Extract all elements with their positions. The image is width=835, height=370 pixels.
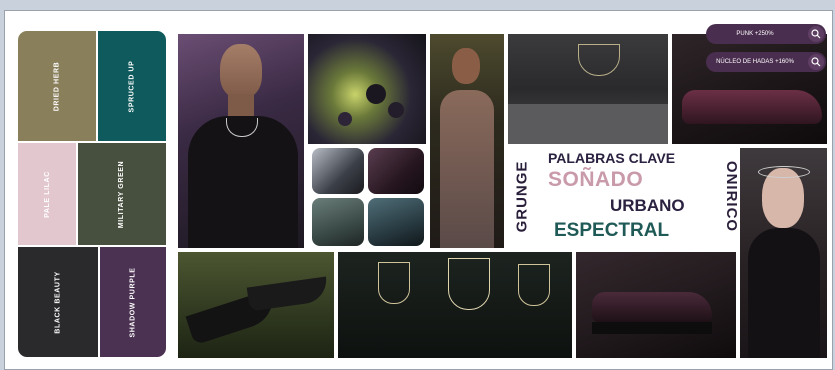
keyword-sonado: SOÑADO <box>548 168 644 191</box>
swatch-military-green: MILITARY GREEN <box>77 142 167 246</box>
swatch-pale-lilac: PALE LILAC <box>17 142 77 246</box>
swatch-label: SPRUCED UP <box>128 60 136 112</box>
moodboard-canvas: DRIED HERB SPRUCED UP PALE LILAC MILITAR… <box>12 18 827 358</box>
keywords-heading: PALABRAS CLAVE <box>548 150 676 166</box>
swatch-label: MILITARY GREEN <box>118 160 126 228</box>
swatch-label: PALE LILAC <box>43 170 51 218</box>
keyword-urbano: URBANO <box>610 196 685 215</box>
photo-heels <box>178 252 334 358</box>
trend-pill-punk[interactable]: PUNK +250% <box>706 24 826 44</box>
keyword-onirico: ONIRICO <box>723 160 741 233</box>
pill-label: NÚCLEO DE HADAS +160% <box>716 59 794 65</box>
photo-chandeliers <box>338 252 572 358</box>
photo-loafer <box>672 34 827 144</box>
photo-detail-2 <box>368 148 424 194</box>
keywords-panel: GRUNGE PALABRAS CLAVE SOÑADO URBANO ESPE… <box>506 146 740 250</box>
photo-female-model <box>430 34 504 248</box>
photo-male-model <box>178 34 304 248</box>
swatch-label: DRIED HERB <box>53 61 61 111</box>
keyword-grunge: GRUNGE <box>513 160 531 233</box>
swatch-spruced-up: SPRUCED UP <box>97 30 167 142</box>
swatch-dried-herb: DRIED HERB <box>17 30 97 142</box>
pill-label: PUNK +250% <box>736 31 774 37</box>
search-icon[interactable] <box>808 26 824 42</box>
photo-woman-headpiece <box>740 148 827 358</box>
photo-detail-1 <box>312 148 364 194</box>
swatch-black-beauty: BLACK BEAUTY <box>17 246 99 358</box>
photo-detail-3 <box>312 198 364 246</box>
photo-platform-loafers <box>576 252 736 358</box>
photo-detail-4 <box>368 198 424 246</box>
photo-drink <box>308 34 426 144</box>
search-icon[interactable] <box>808 54 824 70</box>
swatch-label: SHADOW PURPLE <box>129 266 137 338</box>
keyword-espectral: ESPECTRAL <box>554 220 670 241</box>
trend-pill-nucleo-de-hadas[interactable]: NÚCLEO DE HADAS +160% <box>706 52 826 72</box>
swatch-shadow-purple: SHADOW PURPLE <box>99 246 167 358</box>
photo-chandelier-room <box>508 34 668 144</box>
swatch-label: BLACK BEAUTY <box>54 270 62 334</box>
